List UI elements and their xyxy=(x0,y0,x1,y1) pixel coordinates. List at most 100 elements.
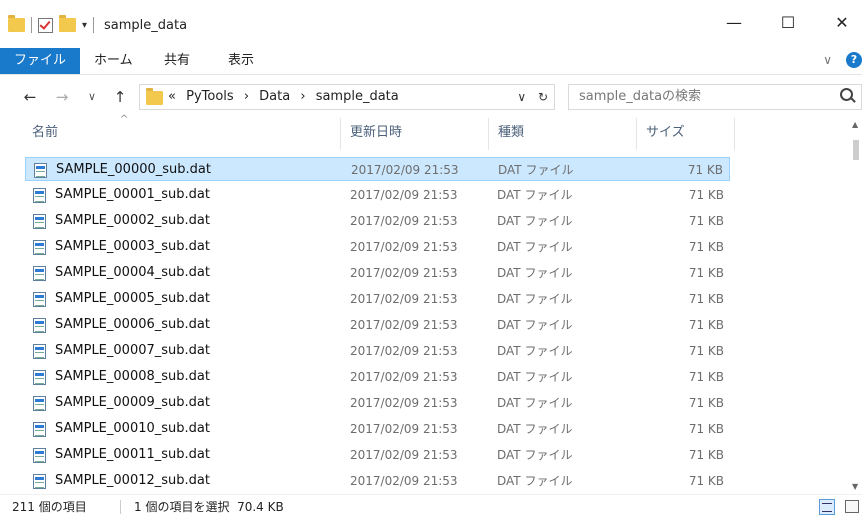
dat-file-icon xyxy=(33,448,46,463)
file-size: 71 KB xyxy=(688,266,724,280)
file-type: DAT ファイル xyxy=(498,163,574,177)
file-type: DAT ファイル xyxy=(497,474,573,488)
table-row[interactable]: SAMPLE_00003_sub.dat 2017/02/09 21:53 DAT … xyxy=(25,235,730,259)
properties-check-icon[interactable] xyxy=(38,17,53,33)
refresh-icon[interactable]: ↻ xyxy=(538,90,548,104)
file-size: 71 KB xyxy=(688,370,724,384)
table-row[interactable]: SAMPLE_00004_sub.dat 2017/02/09 21:53 DAT … xyxy=(25,261,730,285)
folder-icon xyxy=(146,88,163,105)
column-divider[interactable] xyxy=(488,118,489,150)
status-divider xyxy=(120,500,121,514)
back-button[interactable]: ← xyxy=(18,84,42,110)
search-box[interactable]: sample_dataの検索 xyxy=(568,84,862,110)
table-row[interactable]: SAMPLE_00011_sub.dat 2017/02/09 21:53 DAT … xyxy=(25,443,730,467)
file-date: 2017/02/09 21:53 xyxy=(350,188,458,202)
table-row[interactable]: SAMPLE_00000_sub.dat 2017/02/09 21:53 DAT … xyxy=(25,157,730,181)
column-divider[interactable] xyxy=(340,118,341,150)
file-type: DAT ファイル xyxy=(497,370,573,384)
file-name: SAMPLE_00000_sub.dat xyxy=(56,162,211,177)
tab-file[interactable]: ファイル xyxy=(0,48,81,74)
title-bar: ▾ sample_data — ☐ ✕ xyxy=(0,0,862,48)
file-size: 71 KB xyxy=(688,292,724,306)
dat-file-icon xyxy=(33,474,46,489)
quick-access-toolbar: ▾ sample_data xyxy=(8,14,187,36)
new-folder-icon[interactable] xyxy=(59,15,76,32)
file-size: 71 KB xyxy=(688,344,724,358)
details-view-icon[interactable] xyxy=(819,499,835,515)
table-row[interactable]: SAMPLE_00007_sub.dat 2017/02/09 21:53 DAT … xyxy=(25,339,730,363)
breadcrumb-data[interactable]: Data xyxy=(259,89,290,104)
file-name: SAMPLE_00001_sub.dat xyxy=(55,187,210,202)
file-type: DAT ファイル xyxy=(497,292,573,306)
table-row[interactable]: SAMPLE_00006_sub.dat 2017/02/09 21:53 DAT … xyxy=(25,313,730,337)
file-size: 71 KB xyxy=(688,422,724,436)
file-type: DAT ファイル xyxy=(497,448,573,462)
window-title: sample_data xyxy=(104,17,188,33)
file-date: 2017/02/09 21:53 xyxy=(350,370,458,384)
dat-file-icon xyxy=(33,188,46,203)
close-button[interactable]: ✕ xyxy=(820,10,862,36)
file-size: 71 KB xyxy=(688,448,724,462)
status-bar: 211 個の項目 1 個の項目を選択 70.4 KB xyxy=(0,494,862,519)
table-row[interactable]: SAMPLE_00009_sub.dat 2017/02/09 21:53 DAT … xyxy=(25,391,730,415)
file-name: SAMPLE_00004_sub.dat xyxy=(55,265,210,280)
expand-ribbon-chevron-icon[interactable]: ∨ xyxy=(823,53,832,67)
breadcrumb-separator[interactable]: › xyxy=(300,89,305,104)
breadcrumb-separator[interactable]: › xyxy=(244,89,249,104)
customize-toolbar-dropdown[interactable]: ▾ xyxy=(82,20,87,31)
file-size: 71 KB xyxy=(687,163,723,177)
file-list: SAMPLE_00000_sub.dat 2017/02/09 21:53 DAT … xyxy=(0,157,850,493)
up-button[interactable]: ↑ xyxy=(108,84,132,110)
scroll-thumb[interactable] xyxy=(853,140,859,160)
table-row[interactable]: SAMPLE_00012_sub.dat 2017/02/09 21:53 DAT … xyxy=(25,469,730,493)
address-bar[interactable]: « PyTools › Data › sample_data ∨ ↻ xyxy=(139,84,555,110)
file-name: SAMPLE_00011_sub.dat xyxy=(55,447,210,462)
column-divider[interactable] xyxy=(636,118,637,150)
item-count: 211 個の項目 xyxy=(12,500,87,514)
column-divider[interactable] xyxy=(734,118,735,150)
breadcrumb-overflow[interactable]: « xyxy=(168,89,176,104)
header-type[interactable]: 種類 xyxy=(498,118,524,150)
help-icon[interactable]: ? xyxy=(846,52,862,68)
file-date: 2017/02/09 21:53 xyxy=(350,318,458,332)
recent-locations-button[interactable]: ∨ xyxy=(82,84,102,110)
table-row[interactable]: SAMPLE_00001_sub.dat 2017/02/09 21:53 DAT … xyxy=(25,183,730,207)
file-type: DAT ファイル xyxy=(497,344,573,358)
scroll-up-arrow-icon[interactable]: ▲ xyxy=(852,120,858,129)
table-row[interactable]: SAMPLE_00008_sub.dat 2017/02/09 21:53 DAT … xyxy=(25,365,730,389)
file-name: SAMPLE_00003_sub.dat xyxy=(55,239,210,254)
search-icon[interactable] xyxy=(840,88,853,101)
search-input[interactable]: sample_dataの検索 xyxy=(579,85,701,109)
file-name: SAMPLE_00008_sub.dat xyxy=(55,369,210,384)
large-icons-view-icon[interactable] xyxy=(845,500,859,513)
tab-share[interactable]: 共有 xyxy=(164,48,190,74)
vertical-scrollbar[interactable]: ▲ ▼ xyxy=(850,118,862,493)
header-date[interactable]: 更新日時 xyxy=(350,118,402,150)
file-type: DAT ファイル xyxy=(497,422,573,436)
file-type: DAT ファイル xyxy=(497,240,573,254)
file-type: DAT ファイル xyxy=(497,266,573,280)
dat-file-icon xyxy=(33,344,46,359)
table-row[interactable]: SAMPLE_00005_sub.dat 2017/02/09 21:53 DAT … xyxy=(25,287,730,311)
table-row[interactable]: SAMPLE_00002_sub.dat 2017/02/09 21:53 DAT … xyxy=(25,209,730,233)
file-name: SAMPLE_00007_sub.dat xyxy=(55,343,210,358)
file-size: 71 KB xyxy=(688,318,724,332)
address-dropdown[interactable]: ∨ xyxy=(517,90,526,104)
breadcrumb-sample-data[interactable]: sample_data xyxy=(316,89,399,104)
dat-file-icon xyxy=(33,422,46,437)
tab-view[interactable]: 表示 xyxy=(228,48,254,74)
tab-home[interactable]: ホーム xyxy=(94,48,133,74)
toolbar-separator xyxy=(31,17,32,33)
header-name[interactable]: 名前 xyxy=(32,118,58,150)
minimize-button[interactable]: — xyxy=(712,10,756,36)
maximize-button[interactable]: ☐ xyxy=(766,10,810,36)
file-date: 2017/02/09 21:53 xyxy=(351,163,459,177)
file-name: SAMPLE_00012_sub.dat xyxy=(55,473,210,488)
breadcrumb-pytools[interactable]: PyTools xyxy=(186,89,234,104)
header-size[interactable]: サイズ xyxy=(646,118,685,150)
dat-file-icon xyxy=(33,370,46,385)
scroll-down-arrow-icon[interactable]: ▼ xyxy=(852,482,858,491)
forward-button[interactable]: → xyxy=(50,84,74,110)
file-date: 2017/02/09 21:53 xyxy=(350,448,458,462)
table-row[interactable]: SAMPLE_00010_sub.dat 2017/02/09 21:53 DAT … xyxy=(25,417,730,441)
